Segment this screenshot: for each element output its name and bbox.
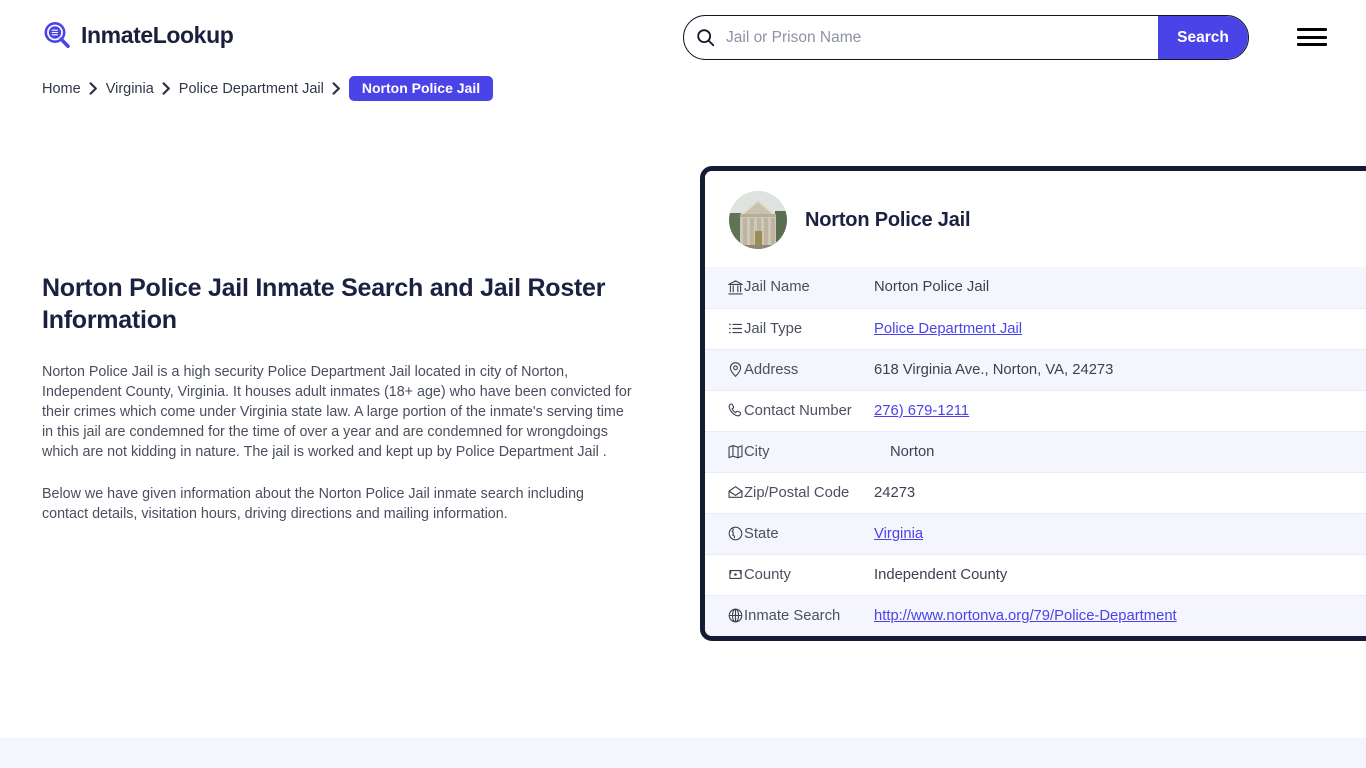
row-value: Police Department Jail	[874, 307, 1366, 349]
search-bar[interactable]: Search	[683, 15, 1249, 60]
phone-icon	[705, 389, 744, 431]
breadcrumb-item-police-department-jail[interactable]: Police Department Jail	[179, 81, 324, 97]
county-flag-icon	[705, 553, 744, 595]
row-value: 276) 679-1211	[874, 389, 1366, 431]
row-value: 24273	[874, 471, 1366, 513]
description-paragraph-2: Below we have given information about th…	[42, 486, 584, 522]
table-row: Contact Number 276) 679-1211	[705, 389, 1366, 431]
search-button[interactable]: Search	[1158, 16, 1248, 59]
table-row: Inmate Search http://www.nortonva.org/79…	[705, 594, 1366, 636]
table-row: County Independent County	[705, 553, 1366, 595]
inmate-search-link[interactable]: http://www.nortonva.org/79/Police-Depart…	[874, 608, 1177, 624]
search-input[interactable]	[726, 16, 1158, 59]
brand-name: InmateLookup	[81, 21, 234, 48]
courthouse-building-photo	[729, 191, 787, 249]
chevron-right-icon	[89, 82, 98, 95]
table-row: State Virginia	[705, 512, 1366, 554]
row-label: Contact Number	[744, 389, 874, 431]
row-label: Jail Name	[744, 279, 810, 296]
card-header: Norton Police Jail	[705, 171, 1366, 267]
row-value: http://www.nortonva.org/79/Police-Depart…	[874, 594, 1366, 636]
map-pin-icon	[705, 348, 744, 390]
jail-details-table: Jail Name Norton Police Jail Jail Type P…	[705, 267, 1366, 636]
row-label: City	[744, 430, 874, 472]
row-label: Address	[744, 348, 874, 390]
row-label: County	[744, 553, 874, 595]
jail-info-card: Norton Police Jail Jail Name Norton Poli…	[700, 166, 1366, 641]
row-label: State	[744, 512, 874, 554]
envelope-icon	[705, 471, 744, 513]
table-row: Address 618 Virginia Ave., Norton, VA, 2…	[705, 348, 1366, 390]
site-header: InmateLookup Search	[0, 0, 1366, 74]
contact-number-link[interactable]: 276) 679-1211	[874, 403, 969, 419]
row-value: 618 Virginia Ave., Norton, VA, 24273	[874, 348, 1366, 390]
jail-type-link[interactable]: Police Department Jail	[874, 321, 1022, 337]
row-value: Norton	[874, 430, 1366, 472]
map-icon	[705, 430, 744, 472]
chevron-right-icon	[332, 82, 341, 95]
row-label: Inmate Search	[744, 594, 874, 636]
table-row: Jail Name Norton Police Jail	[705, 267, 1366, 308]
description-paragraph-1: Norton Police Jail is a high security Po…	[42, 364, 632, 460]
globe-grid-icon	[705, 594, 744, 636]
footer-band	[0, 738, 1366, 768]
main-content-column: Norton Police Jail Inmate Search and Jai…	[42, 272, 634, 546]
row-label: Zip/Postal Code	[744, 471, 874, 513]
hamburger-menu-icon[interactable]	[1297, 26, 1327, 48]
row-value: Independent County	[874, 553, 1366, 595]
page-root: InmateLookup Search Home Virginia Police…	[0, 0, 1366, 768]
table-row: City Norton	[705, 430, 1366, 472]
chevron-right-icon	[162, 82, 171, 95]
row-label: Jail Type	[744, 307, 874, 349]
table-row: Zip/Postal Code 24273	[705, 471, 1366, 513]
page-title: Norton Police Jail Inmate Search and Jai…	[42, 274, 606, 334]
breadcrumb-item-current: Norton Police Jail	[348, 76, 494, 101]
list-icon	[705, 307, 744, 349]
table-row: Jail Type Police Department Jail	[705, 307, 1366, 349]
search-logo-icon	[42, 20, 72, 50]
bank-icon	[705, 267, 744, 308]
breadcrumb-item-virginia[interactable]: Virginia	[106, 81, 154, 97]
search-icon	[684, 28, 726, 47]
card-title: Norton Police Jail	[805, 208, 971, 231]
breadcrumb: Home Virginia Police Department Jail Nor…	[42, 76, 494, 101]
globe-americas-icon	[705, 512, 744, 554]
state-link[interactable]: Virginia	[874, 526, 923, 542]
breadcrumb-item-home[interactable]: Home	[42, 81, 81, 97]
row-value: Virginia	[874, 512, 1366, 554]
row-value: Norton Police Jail	[874, 279, 990, 296]
brand-logo-link[interactable]: InmateLookup	[42, 20, 234, 50]
